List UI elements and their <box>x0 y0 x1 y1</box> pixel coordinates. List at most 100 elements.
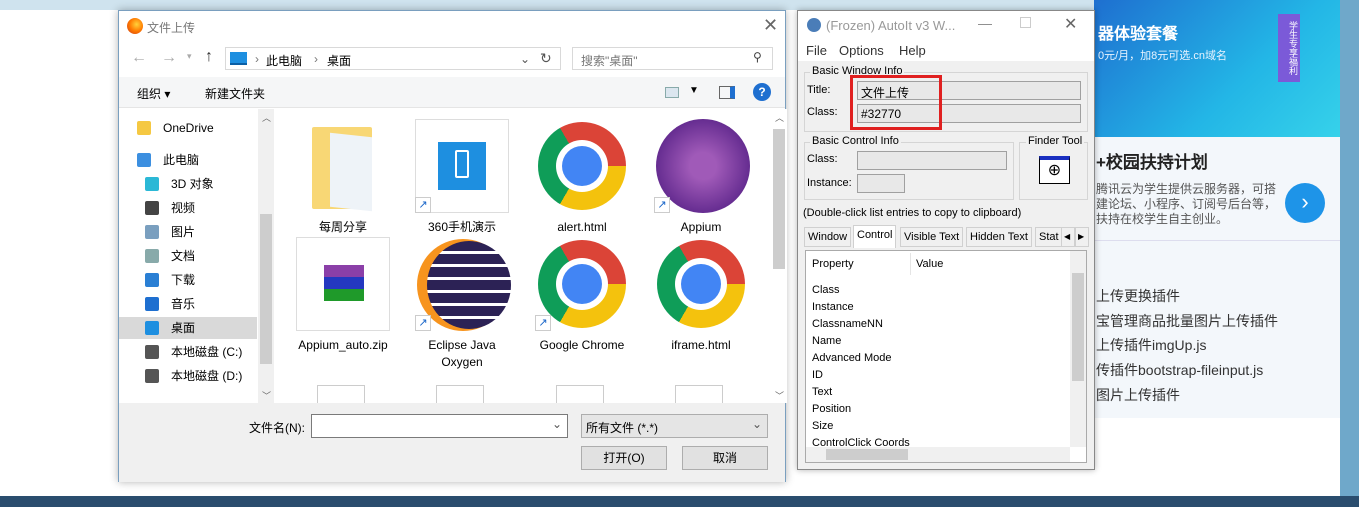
file-item[interactable]: ↗ Eclipse Java Oxygen <box>406 237 518 371</box>
article-link[interactable]: 传插件bootstrap-fileinput.js <box>1096 360 1263 380</box>
scrollbar-thumb[interactable] <box>826 449 908 460</box>
file-item[interactable]: Appium_auto.zip <box>287 237 399 354</box>
search-input[interactable]: 搜索"桌面" ⚲ <box>572 47 773 70</box>
breadcrumb-item[interactable]: 此电脑 <box>266 52 302 69</box>
address-bar[interactable]: › 此电脑 › 桌面 ⌄ ↻ <box>225 47 561 70</box>
scrollbar-thumb[interactable] <box>1072 273 1084 381</box>
chevron-down-icon[interactable]: ⌄ <box>552 417 562 431</box>
tab-scroll-left-icon[interactable]: ◀ <box>1061 227 1075 247</box>
chevron-down-icon[interactable]: ▼ <box>689 85 699 96</box>
nav-item[interactable]: 3D 对象 <box>119 173 257 195</box>
chevron-right-icon[interactable]: › <box>1285 183 1325 223</box>
cancel-button[interactable]: 取消 <box>682 446 768 470</box>
property-row[interactable]: ClassnameNN <box>812 318 883 330</box>
scrollbar-thumb[interactable] <box>260 214 272 364</box>
article-link[interactable]: 上传插件imgUp.js <box>1096 335 1206 355</box>
chrome-icon <box>535 119 629 213</box>
finder-tool-crosshair-icon[interactable]: ⊕ <box>1039 156 1070 184</box>
column-header-value[interactable]: Value <box>916 258 943 270</box>
file-icon[interactable] <box>436 385 484 403</box>
property-row[interactable]: ControlClick Coords <box>812 437 910 449</box>
property-row[interactable]: Advanced Mode <box>812 352 892 364</box>
file-item[interactable]: ↗ 360手机演示 <box>406 119 518 236</box>
article-link[interactable]: 宝管理商品批量图片上传插件 <box>1096 311 1278 331</box>
chevron-down-icon[interactable]: ▾ <box>187 51 192 62</box>
maximize-icon[interactable] <box>1020 17 1031 28</box>
file-icon[interactable] <box>556 385 604 403</box>
property-row[interactable]: Size <box>812 420 833 432</box>
minimize-icon[interactable]: — <box>978 15 992 31</box>
phone-app-icon: ↗ <box>415 119 509 213</box>
nav-item[interactable]: 桌面 <box>119 317 257 339</box>
property-row[interactable]: Instance <box>812 301 854 313</box>
nav-item[interactable]: 此电脑 <box>119 149 257 171</box>
nav-item[interactable]: 视频 <box>119 197 257 219</box>
nav-item[interactable]: 本地磁盘 (D:) <box>119 365 257 387</box>
help-icon[interactable]: ? <box>753 83 771 101</box>
nav-item-label: 本地磁盘 (D:) <box>171 369 243 383</box>
chevron-down-icon[interactable]: ⌄ <box>520 52 530 66</box>
nav-item[interactable]: 音乐 <box>119 293 257 315</box>
group-label: Basic Control Info <box>810 135 901 147</box>
menu-file[interactable]: File <box>806 43 827 58</box>
file-item[interactable]: ↗ Appium <box>645 119 757 236</box>
file-item[interactable]: alert.html <box>526 119 638 236</box>
preview-pane-icon[interactable] <box>719 86 735 99</box>
tab-scroll-right-icon[interactable]: ▶ <box>1075 227 1089 247</box>
tab-window[interactable]: Window <box>804 227 852 247</box>
menu-options[interactable]: Options <box>839 43 884 58</box>
scrollbar[interactable]: ︿ ﹀ <box>258 109 274 403</box>
tab-status[interactable]: Stat <box>1035 227 1063 247</box>
refresh-icon[interactable]: ↻ <box>540 50 552 67</box>
filename-input[interactable]: ⌄ <box>311 414 568 438</box>
scrollbar-thumb[interactable] <box>773 129 785 269</box>
view-icon[interactable] <box>665 87 679 98</box>
instance-field[interactable] <box>857 174 905 193</box>
file-icon[interactable] <box>675 385 723 403</box>
class-label: Class: <box>807 106 838 118</box>
tab-visible-text[interactable]: Visible Text <box>900 227 964 247</box>
close-icon[interactable]: ✕ <box>763 15 778 36</box>
close-icon[interactable]: ✕ <box>1064 14 1077 34</box>
banner-tag: 学生专享福利 <box>1278 14 1300 82</box>
menu-help[interactable]: Help <box>899 43 926 58</box>
up-icon[interactable]: ↑ <box>205 48 213 66</box>
menu-bar: File Options Help <box>798 39 1094 61</box>
nav-item[interactable]: 文档 <box>119 245 257 267</box>
back-icon[interactable]: ← <box>131 49 147 67</box>
filename-label: 文件名(N): <box>249 421 305 435</box>
property-row[interactable]: Class <box>812 284 840 296</box>
organize-button[interactable]: 组织 ▾ <box>137 85 170 102</box>
column-header-property[interactable]: Property <box>812 258 854 270</box>
scrollbar[interactable] <box>806 447 1070 462</box>
tab-control[interactable]: Control <box>853 225 897 248</box>
file-item[interactable]: iframe.html <box>645 237 757 354</box>
property-row[interactable]: ID <box>812 369 823 381</box>
file-name: 每周分享 <box>318 220 367 234</box>
open-button[interactable]: 打开(O) <box>581 446 667 470</box>
file-item[interactable]: 每周分享 <box>287 119 399 236</box>
property-row[interactable]: Position <box>812 403 851 415</box>
control-class-field[interactable] <box>857 151 1007 170</box>
nav-item[interactable]: OneDrive <box>119 117 257 139</box>
title-bar: (Frozen) AutoIt v3 W... — ✕ <box>798 11 1094 39</box>
tab-hidden-text[interactable]: Hidden Text <box>966 227 1032 247</box>
property-row[interactable]: Text <box>812 386 832 398</box>
nav-item[interactable]: 下载 <box>119 269 257 291</box>
forward-icon[interactable]: → <box>161 49 177 67</box>
scrollbar[interactable] <box>1070 251 1086 447</box>
nav-item[interactable]: 图片 <box>119 221 257 243</box>
breadcrumb-item[interactable]: 桌面 <box>327 52 351 69</box>
file-item[interactable]: ↗ Google Chrome <box>526 237 638 354</box>
search-icon[interactable]: ⚲ <box>753 50 762 64</box>
property-row[interactable]: Name <box>812 335 841 347</box>
article-link[interactable]: 图片上传插件 <box>1096 385 1180 405</box>
filetype-select[interactable]: 所有文件 (*.*) ⌄ <box>581 414 768 438</box>
property-list[interactable]: Property Value Class Instance ClassnameNN N… <box>805 250 1087 463</box>
scrollbar[interactable]: ︿ ﹀ <box>771 109 787 403</box>
article-link[interactable]: 上传更换插件 <box>1096 286 1180 306</box>
ad-banner[interactable]: 器体验套餐 0元/月，加8元可选.cn域名 学生专享福利 <box>1094 0 1340 137</box>
nav-item[interactable]: 本地磁盘 (C:) <box>119 341 257 363</box>
file-icon[interactable] <box>317 385 365 403</box>
new-folder-button[interactable]: 新建文件夹 <box>205 85 265 102</box>
